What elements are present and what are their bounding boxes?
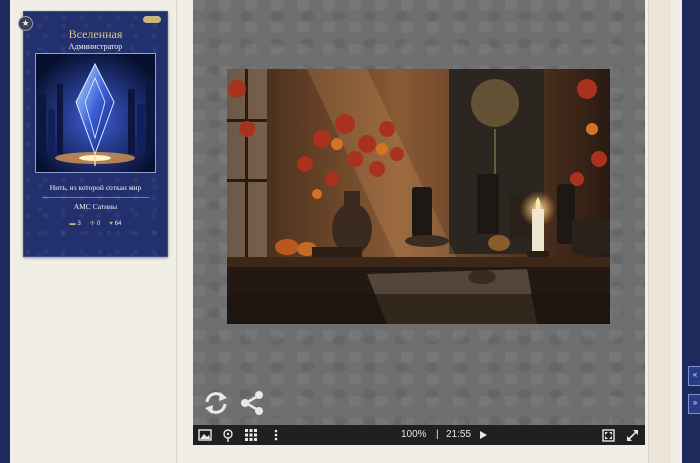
profile-name[interactable]: Вселенная: [24, 27, 167, 42]
grid-icon[interactable]: [242, 428, 260, 442]
right-gutter: [648, 0, 671, 463]
profile-description: Нить, из которой соткан мир: [49, 183, 142, 192]
controls-separator: |: [436, 429, 439, 440]
posts-count: 3: [77, 220, 81, 227]
fullscreen-icon: [626, 429, 638, 441]
location-pin-icon[interactable]: [219, 428, 237, 442]
more-vertical-icon[interactable]: [267, 428, 285, 442]
refresh-icon: [205, 392, 227, 414]
plus-stat: ✢ 0: [89, 220, 101, 228]
plus-count: 0: [96, 220, 101, 227]
heart-icon: ♥: [109, 220, 113, 227]
profile-card: ★ Вселенная Администратор Нить, из котор…: [18, 11, 168, 257]
displayed-photo[interactable]: [227, 69, 610, 324]
profile-role: Администратор: [68, 42, 123, 51]
likes-count: 64: [114, 220, 122, 227]
share-button[interactable]: [239, 390, 265, 416]
play-button[interactable]: [474, 428, 492, 442]
fit-screen-button[interactable]: [599, 428, 617, 442]
profile-group: АМС Сатины: [73, 202, 118, 211]
profile-stats: ▬ 3 ✢ 0 ♥ 64: [24, 220, 167, 228]
zoom-level: 100%: [401, 429, 427, 440]
posts-stat: ▬ 3: [70, 220, 81, 227]
message-icon: ▬: [69, 220, 76, 227]
viewer-controls-bar: 100% | 21:55: [193, 425, 645, 445]
image-viewer: 100% | 21:55: [193, 0, 645, 445]
likes-stat: ♥ 64: [109, 220, 121, 227]
rotate-button[interactable]: [203, 390, 229, 416]
share-icon: [241, 391, 263, 415]
overlay-actions: [203, 390, 265, 416]
toggle-pill[interactable]: [143, 16, 161, 23]
column-divider: [176, 0, 177, 463]
still-life-photo: [227, 69, 610, 324]
playback-time: 21:55: [446, 429, 472, 440]
image-icon[interactable]: [196, 428, 214, 442]
plus-icon: ✢: [89, 221, 95, 227]
scroll-down-button[interactable]: »: [688, 394, 700, 414]
scroll-up-button[interactable]: «: [688, 366, 700, 386]
divider: [42, 197, 149, 198]
avatar-crystal-image: [36, 54, 155, 172]
play-icon: [479, 431, 487, 439]
fullscreen-button[interactable]: [623, 428, 641, 442]
avatar: [35, 53, 156, 173]
fit-screen-icon: [601, 428, 615, 442]
